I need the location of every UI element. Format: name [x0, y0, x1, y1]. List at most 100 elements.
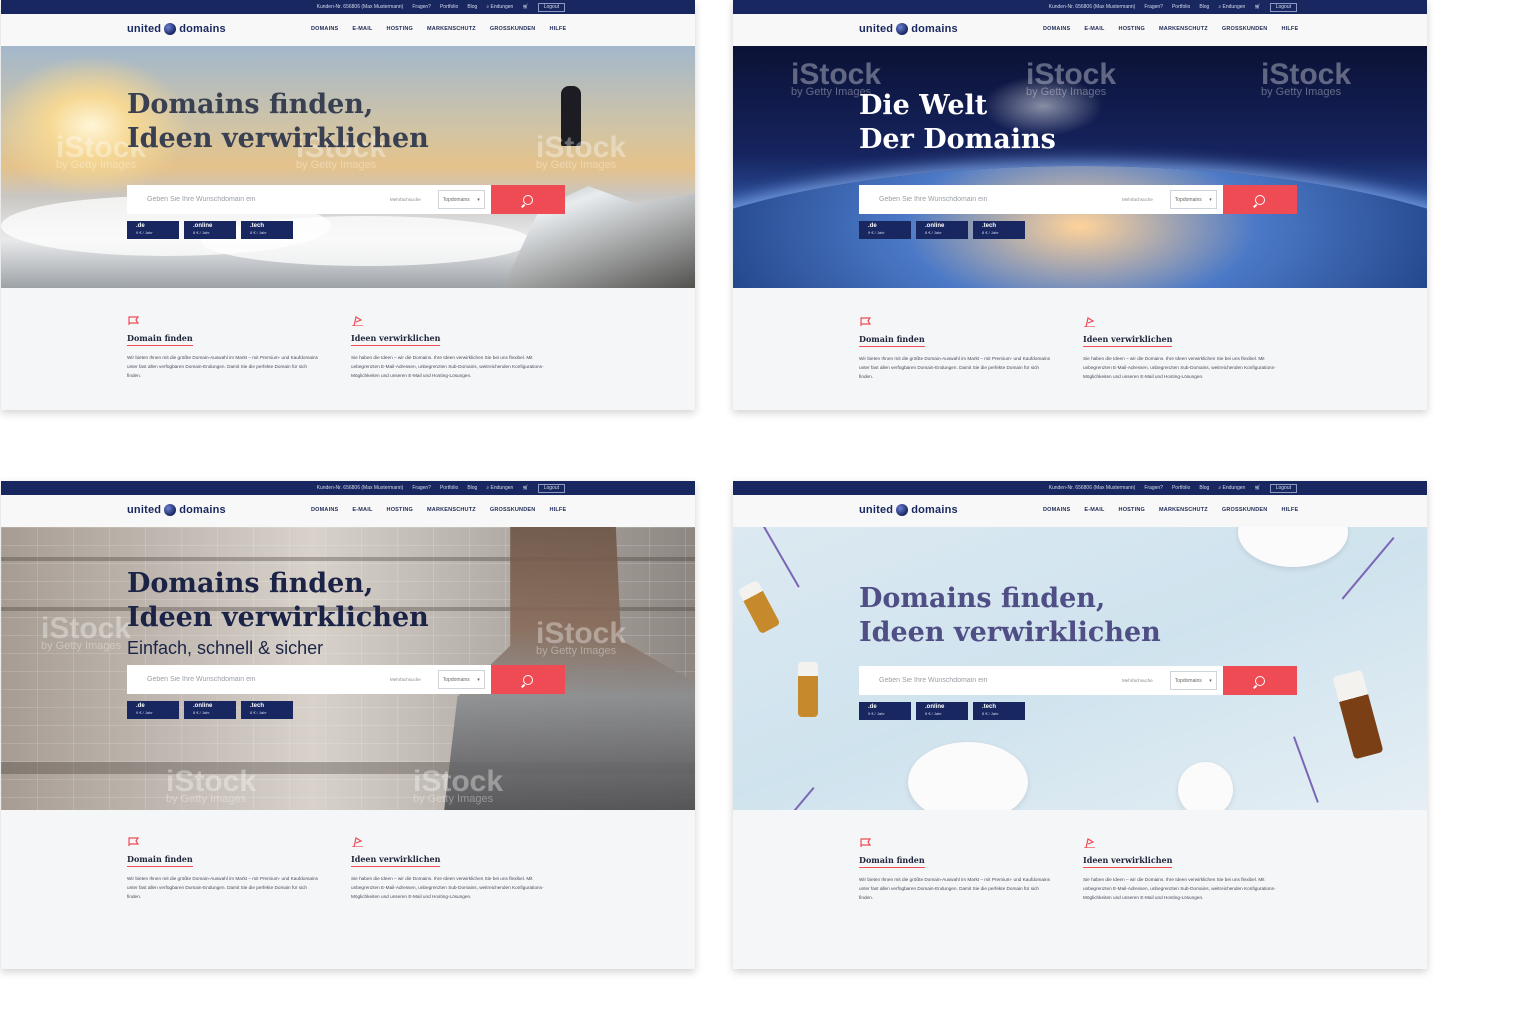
search-button[interactable] [1223, 666, 1297, 695]
nav-hosting[interactable]: HOSTING [387, 507, 413, 513]
search-input[interactable] [145, 185, 379, 214]
link-endungen-label: Endungen [490, 4, 514, 10]
link-portfolio[interactable]: Portfolio [1172, 0, 1190, 14]
link-fragen[interactable]: Fragen? [1144, 0, 1163, 14]
mockup-space: Kunden-Nr. 656806 (Max Mustermann) Frage… [733, 0, 1427, 410]
nav-domains[interactable]: DOMAINS [1043, 26, 1070, 32]
link-blog[interactable]: Blog [467, 0, 477, 14]
tld-de[interactable]: .de 9 € / Jahr [859, 221, 911, 239]
cart-icon[interactable]: 🛒︎ [522, 0, 528, 14]
nav-markenschutz[interactable]: MARKENSCHUTZ [427, 26, 476, 32]
tld-de[interactable]: .de 9 € / Jahr [127, 701, 179, 719]
nav-grosskunden[interactable]: GROSSKUNDEN [1222, 26, 1268, 32]
multi-search-link[interactable]: Mehrfachsuche [1122, 197, 1153, 202]
nav-hilfe[interactable]: HILFE [549, 26, 566, 32]
chevron-down-icon: ▾ [1209, 677, 1212, 684]
nav-hosting[interactable]: HOSTING [1119, 26, 1145, 32]
search-icon: ⌕ [1218, 485, 1222, 491]
link-portfolio[interactable]: Portfolio [440, 0, 458, 14]
search-button[interactable] [1223, 185, 1297, 214]
multi-search-link[interactable]: Mehrfachsuche [390, 677, 421, 682]
link-endungen[interactable]: ⌕ Endungen [486, 0, 513, 14]
link-blog[interactable]: Blog [467, 481, 477, 495]
tld-online[interactable]: .online 8 € / Jahr [916, 702, 968, 720]
nav-hosting[interactable]: HOSTING [1119, 507, 1145, 513]
nav-grosskunden[interactable]: GROSSKUNDEN [490, 26, 536, 32]
search-icon: ⌕ [486, 485, 490, 491]
watermark: iStock by Getty Images [413, 765, 504, 805]
nav-markenschutz[interactable]: MARKENSCHUTZ [1159, 507, 1208, 513]
tld-online[interactable]: .online 8 € / Jahr [184, 701, 236, 719]
nav-email[interactable]: E-MAIL [352, 507, 372, 513]
tld-tech[interactable]: .tech 8 € / Jahr [241, 701, 293, 719]
search-button[interactable] [491, 665, 565, 694]
nav-hosting[interactable]: HOSTING [387, 26, 413, 32]
topdomains-select[interactable]: Topdomains ▾ [1169, 190, 1217, 209]
headline-line-1: Domains finden, [859, 583, 1106, 614]
link-portfolio[interactable]: Portfolio [1172, 481, 1190, 495]
feature-title: Ideen verwirklichen [1083, 334, 1173, 347]
hero-headline: Die Welt Der Domains [859, 89, 1056, 157]
nav-hilfe[interactable]: HILFE [1281, 26, 1298, 32]
link-fragen[interactable]: Fragen? [1144, 481, 1163, 495]
logo[interactable]: united domains [127, 23, 226, 35]
logout-button[interactable]: Logout [1269, 483, 1297, 493]
logo-text-right: domains [179, 504, 226, 516]
link-endungen-label: Endungen [1222, 485, 1246, 491]
nav-grosskunden[interactable]: GROSSKUNDEN [490, 507, 536, 513]
tld-tech[interactable]: .tech 8 € / Jahr [241, 221, 293, 239]
logo-text-right: domains [911, 23, 958, 35]
main-nav: united domains DOMAINS E-MAIL HOSTING MA… [733, 14, 1427, 46]
globe-icon [896, 504, 909, 516]
nav-email[interactable]: E-MAIL [1084, 26, 1104, 32]
link-portfolio[interactable]: Portfolio [440, 481, 458, 495]
logo-text-left: united [859, 504, 894, 516]
nav-markenschutz[interactable]: MARKENSCHUTZ [427, 507, 476, 513]
nav-hilfe[interactable]: HILFE [1281, 507, 1298, 513]
tld-online[interactable]: .online 8 € / Jahr [916, 221, 968, 239]
tld-online[interactable]: .online 8 € / Jahr [184, 221, 236, 239]
topdomains-select[interactable]: Topdomains ▾ [1169, 671, 1217, 690]
link-endungen[interactable]: ⌕ Endungen [1218, 481, 1245, 495]
link-fragen[interactable]: Fragen? [412, 481, 431, 495]
nav-email[interactable]: E-MAIL [1084, 507, 1104, 513]
nav-domains[interactable]: DOMAINS [1043, 507, 1070, 513]
topdomains-select[interactable]: Topdomains ▾ [437, 190, 485, 209]
logo[interactable]: united domains [859, 23, 958, 35]
logout-button[interactable]: Logout [537, 2, 565, 12]
nav-domains[interactable]: DOMAINS [311, 507, 338, 513]
nav-domains[interactable]: DOMAINS [311, 26, 338, 32]
nav-markenschutz[interactable]: MARKENSCHUTZ [1159, 26, 1208, 32]
search-button[interactable] [491, 185, 565, 214]
search-input[interactable] [145, 665, 379, 694]
link-fragen[interactable]: Fragen? [412, 0, 431, 14]
lavender-sprig [1341, 537, 1395, 600]
cart-icon[interactable]: 🛒︎ [522, 481, 528, 495]
multi-search-link[interactable]: Mehrfachsuche [390, 197, 421, 202]
cart-icon[interactable]: 🛒︎ [1254, 0, 1260, 14]
link-endungen[interactable]: ⌕ Endungen [486, 481, 513, 495]
nav-grosskunden[interactable]: GROSSKUNDEN [1222, 507, 1268, 513]
logout-button[interactable]: Logout [1269, 2, 1297, 12]
multi-search-link[interactable]: Mehrfachsuche [1122, 678, 1153, 683]
logo[interactable]: united domains [859, 504, 958, 516]
logo[interactable]: united domains [127, 504, 226, 516]
tld-de[interactable]: .de 9 € / Jahr [127, 221, 179, 239]
cart-icon[interactable]: 🛒︎ [1254, 481, 1260, 495]
link-blog[interactable]: Blog [1199, 481, 1209, 495]
tld-tech[interactable]: .tech 8 € / Jahr [973, 702, 1025, 720]
logout-button[interactable]: Logout [537, 483, 565, 493]
search-input[interactable] [877, 185, 1111, 214]
link-blog[interactable]: Blog [1199, 0, 1209, 14]
feature-domain-finden: Domain finden Wir bieten Ihnen mit die g… [859, 838, 1059, 902]
watermark: iStock by Getty Images [41, 612, 132, 652]
link-endungen[interactable]: ⌕ Endungen [1218, 0, 1245, 14]
domain-search-bar: Mehrfachsuche Topdomains ▾ [127, 185, 565, 214]
watermark: iStock by Getty Images [1261, 58, 1352, 98]
nav-email[interactable]: E-MAIL [352, 26, 372, 32]
nav-hilfe[interactable]: HILFE [549, 507, 566, 513]
search-input[interactable] [877, 666, 1111, 695]
topdomains-select[interactable]: Topdomains ▾ [437, 670, 485, 689]
tld-tech[interactable]: .tech 8 € / Jahr [973, 221, 1025, 239]
tld-de[interactable]: .de 9 € / Jahr [859, 702, 911, 720]
